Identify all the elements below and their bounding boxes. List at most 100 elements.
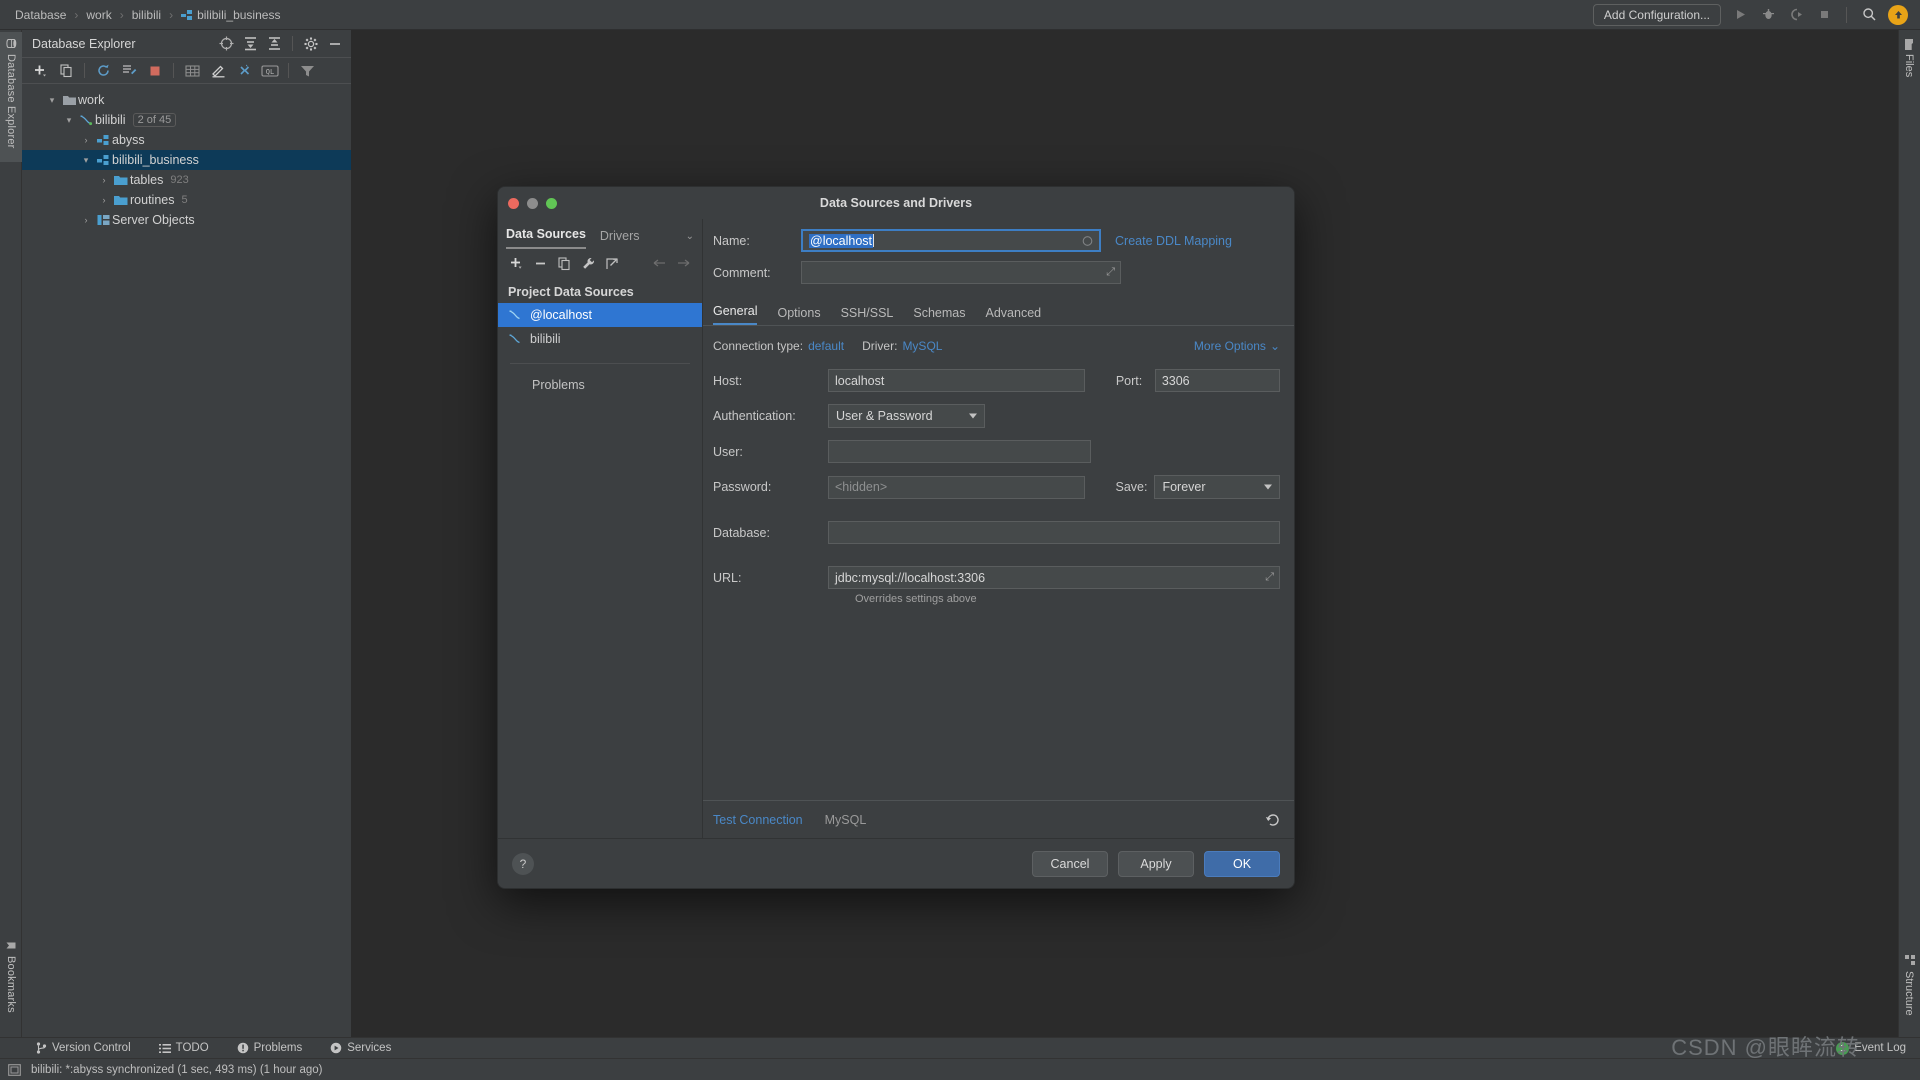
table-icon[interactable] <box>180 60 204 82</box>
expand-icon[interactable]: ⤢ <box>1106 266 1115 279</box>
problems-item[interactable]: Problems <box>498 374 702 392</box>
authentication-select[interactable]: User & Password <box>828 404 985 428</box>
tree-row-abyss[interactable]: › abyss <box>22 130 351 150</box>
save-select[interactable]: Forever <box>1154 475 1280 499</box>
wrench-icon[interactable] <box>578 253 598 273</box>
copy-icon[interactable] <box>54 60 78 82</box>
chevron-right-icon[interactable]: › <box>96 175 112 185</box>
connection-type-value[interactable]: default <box>808 339 844 353</box>
tree-row-routines[interactable]: › routines 5 <box>22 190 351 210</box>
user-label: User: <box>713 444 743 459</box>
stop-icon[interactable] <box>1815 6 1833 24</box>
expand-icon[interactable]: ⤢ <box>1265 571 1274 584</box>
bottom-item-version-control[interactable]: Version Control <box>22 1042 145 1054</box>
tab-drivers[interactable]: Drivers <box>600 229 640 249</box>
filter-icon[interactable] <box>295 60 319 82</box>
panel-header-actions <box>216 34 345 54</box>
create-ddl-mapping-link[interactable]: Create DDL Mapping <box>1115 234 1232 248</box>
chevron-down-icon[interactable]: ▾ <box>44 95 60 106</box>
url-input[interactable]: jdbc:mysql://localhost:3306 ⤢ <box>828 566 1280 589</box>
bottom-item-todo[interactable]: TODO <box>145 1042 223 1054</box>
tree-row-work[interactable]: ▾ work <box>22 90 351 110</box>
breadcrumb-item-work[interactable]: work <box>81 8 116 22</box>
cancel-button[interactable]: Cancel <box>1032 850 1108 877</box>
database-input[interactable] <box>828 521 1280 544</box>
host-input[interactable]: localhost <box>828 369 1085 392</box>
data-source-item-localhost[interactable]: @localhost <box>498 303 702 327</box>
maximize-icon[interactable] <box>546 198 557 209</box>
strip-tab-label: Database Explorer <box>5 54 17 149</box>
expand-all-icon[interactable] <box>240 34 260 54</box>
back-icon[interactable] <box>650 253 670 273</box>
hide-icon[interactable] <box>325 34 345 54</box>
chevron-down-icon[interactable]: ⌄ <box>686 231 694 249</box>
query-console-icon[interactable]: QL <box>258 60 282 82</box>
strip-tab-bookmarks[interactable]: Bookmarks <box>0 934 22 1044</box>
jump-icon[interactable] <box>232 60 256 82</box>
breadcrumb-item-bilibili-business[interactable]: bilibili_business <box>176 8 285 22</box>
strip-tab-files[interactable]: Files <box>1898 34 1920 104</box>
strip-tab-database-explorer[interactable]: Database Explorer <box>0 32 22 162</box>
data-source-item-bilibili[interactable]: bilibili <box>498 327 702 351</box>
sync-icon[interactable] <box>117 60 141 82</box>
list-icon <box>158 1043 171 1054</box>
apply-button[interactable]: Apply <box>1118 850 1194 877</box>
help-button[interactable]: ? <box>512 852 534 875</box>
stop-icon[interactable] <box>143 60 167 82</box>
tree-row-server-objects[interactable]: › Server Objects <box>22 210 351 230</box>
event-log-area[interactable]: 1 Event Log <box>1836 1041 1920 1055</box>
driver-value[interactable]: MySQL <box>902 339 942 353</box>
strip-tab-label: Structure <box>1903 971 1915 1016</box>
tab-data-sources[interactable]: Data Sources <box>506 227 586 249</box>
tree-row-bilibili-business[interactable]: ▾ bilibili_business <box>22 150 351 170</box>
debug-icon[interactable] <box>1759 6 1777 24</box>
minimize-icon[interactable] <box>527 198 538 209</box>
forward-icon[interactable] <box>674 253 694 273</box>
name-input[interactable]: @localhost <box>801 229 1101 252</box>
run-with-coverage-icon[interactable] <box>1787 6 1805 24</box>
port-input[interactable]: 3306 <box>1154 369 1280 392</box>
name-row: Name: @localhost Create DDL Mapping <box>713 229 1280 252</box>
run-icon[interactable] <box>1731 6 1749 24</box>
locate-icon[interactable] <box>216 34 236 54</box>
left-tool-strip: Database Explorer Bookmarks <box>0 30 22 1050</box>
add-configuration-button[interactable]: Add Configuration... <box>1592 3 1721 26</box>
host-value: localhost <box>835 373 885 388</box>
password-input[interactable]: <hidden> <box>828 475 1085 499</box>
bottom-item-problems[interactable]: Problems <box>223 1042 317 1054</box>
tree-row-bilibili[interactable]: ▾ bilibili 2 of 45 <box>22 110 351 130</box>
tab-ssh-ssl[interactable]: SSH/SSL <box>841 306 894 325</box>
chevron-right-icon[interactable]: › <box>78 135 94 145</box>
breadcrumb-item-database[interactable]: Database <box>10 8 71 22</box>
chevron-down-icon[interactable]: ▾ <box>78 155 94 166</box>
more-options-button[interactable]: More Options ⌄ <box>1194 339 1280 353</box>
add-icon[interactable] <box>506 253 526 273</box>
share-icon[interactable] <box>602 253 622 273</box>
chevron-down-icon[interactable]: ▾ <box>61 115 77 126</box>
tab-options[interactable]: Options <box>777 306 820 325</box>
bottom-item-services[interactable]: Services <box>316 1042 405 1054</box>
test-connection-link[interactable]: Test Connection <box>713 813 803 827</box>
user-input[interactable] <box>828 440 1091 463</box>
add-icon[interactable] <box>28 60 52 82</box>
strip-tab-structure[interactable]: Structure <box>1898 949 1920 1044</box>
ok-button[interactable]: OK <box>1204 850 1280 877</box>
update-avatar-icon[interactable] <box>1888 4 1908 25</box>
tab-schemas[interactable]: Schemas <box>913 306 965 325</box>
refresh-icon[interactable] <box>91 60 115 82</box>
collapse-all-icon[interactable] <box>264 34 284 54</box>
chevron-right-icon[interactable]: › <box>96 195 112 205</box>
settings-icon[interactable] <box>301 34 321 54</box>
close-icon[interactable] <box>508 198 519 209</box>
comment-input[interactable]: ⤢ <box>801 261 1121 284</box>
duplicate-icon[interactable] <box>554 253 574 273</box>
chevron-right-icon[interactable]: › <box>78 215 94 225</box>
tab-general[interactable]: General <box>713 304 758 325</box>
revert-icon[interactable] <box>1265 813 1280 827</box>
tree-row-tables[interactable]: › tables 923 <box>22 170 351 190</box>
edit-icon[interactable] <box>206 60 230 82</box>
tab-advanced[interactable]: Advanced <box>986 306 1042 325</box>
remove-icon[interactable] <box>530 253 550 273</box>
breadcrumb-item-bilibili[interactable]: bilibili <box>127 8 166 22</box>
search-everywhere-icon[interactable] <box>1860 6 1878 24</box>
